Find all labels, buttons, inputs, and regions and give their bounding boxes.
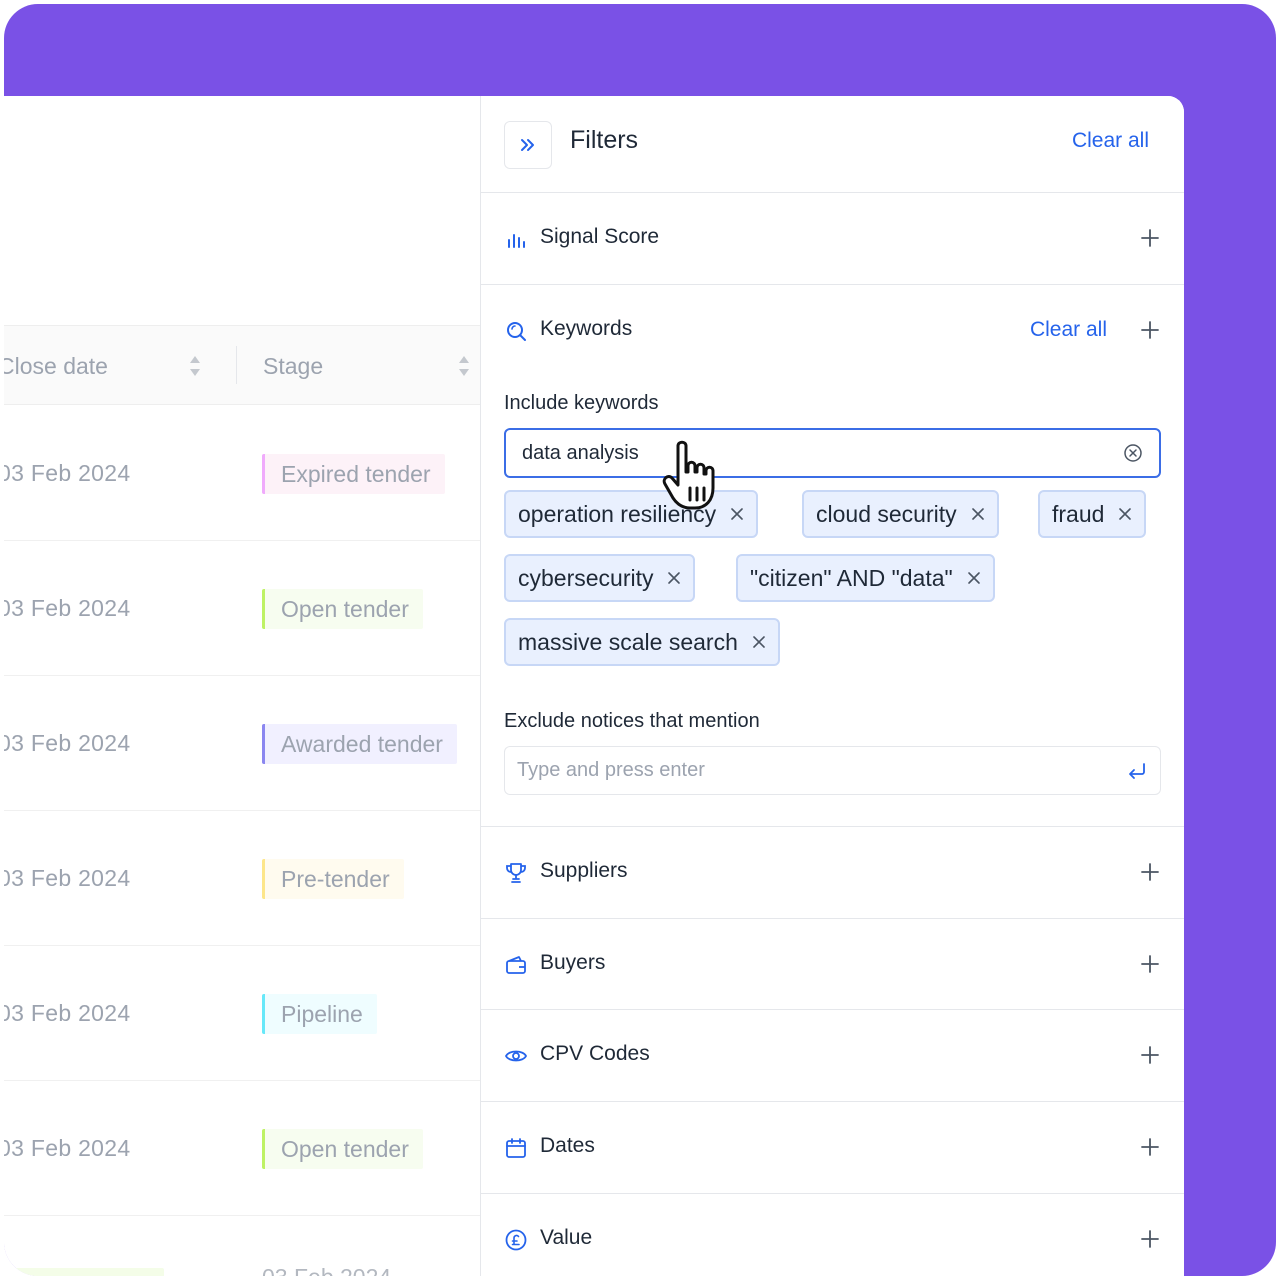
table-row[interactable]: 03 Feb 2024 Expired tender <box>4 406 480 541</box>
close-date-cell: 03 Feb 2024 <box>4 1135 131 1161</box>
section-header[interactable]: Buyers <box>481 919 1184 1011</box>
close-date-cell: 03 Feb 2024 <box>4 1000 131 1026</box>
section-label: CPV Codes <box>540 1042 650 1065</box>
table-row[interactable]: 03 Feb 2024 Awarded tender <box>4 676 480 811</box>
keyword-chip[interactable]: cybersecurity <box>504 554 696 602</box>
section-label: Value <box>540 1226 593 1249</box>
app-window: Close date Stage 03 Feb 2024 Expired ten… <box>4 96 1184 1276</box>
double-chevron-right-icon <box>521 139 534 151</box>
section-header[interactable]: Signal Score <box>481 193 1184 285</box>
filter-section-value: Value <box>481 1194 1184 1276</box>
close-date-cell: 03 Feb 2024 <box>4 865 131 891</box>
table-header: Close date Stage <box>4 325 480 405</box>
filter-section-suppliers: Suppliers <box>481 827 1184 919</box>
exclude-keywords-field <box>504 746 1161 795</box>
exclude-keywords-label: Exclude notices that mention <box>504 710 760 732</box>
stage-badge-partial <box>4 1268 164 1276</box>
plus-icon[interactable] <box>1139 319 1161 341</box>
filter-section-cpv-codes: CPV Codes <box>481 1010 1184 1102</box>
clear-keywords-link[interactable]: Clear all <box>1030 318 1107 342</box>
trophy-icon <box>504 861 528 885</box>
plus-icon[interactable] <box>1139 227 1161 249</box>
keyword-chip-label: cloud security <box>816 500 957 527</box>
table-row[interactable]: 03 Feb 2024 Pre-tender <box>4 811 480 946</box>
close-date-cell: 03 Feb 2024 <box>4 730 131 756</box>
column-divider <box>236 346 237 384</box>
section-label: Buyers <box>540 951 606 974</box>
remove-chip-icon[interactable] <box>730 507 744 521</box>
keyword-chip-label: cybersecurity <box>518 564 654 591</box>
remove-chip-icon[interactable] <box>667 571 681 585</box>
plus-icon[interactable] <box>1139 953 1161 975</box>
search-icon <box>504 319 528 343</box>
section-label: Dates <box>540 1134 595 1157</box>
remove-chip-icon[interactable] <box>1118 507 1132 521</box>
keyword-chip[interactable]: fraud <box>1038 490 1147 538</box>
calendar-icon <box>504 1136 528 1160</box>
table-row[interactable]: 03 Feb 2024 Open tender <box>4 541 480 676</box>
filter-section-signal-score: Signal Score <box>481 193 1184 285</box>
section-label: Signal Score <box>540 225 660 248</box>
filter-section-buyers: Buyers <box>481 919 1184 1010</box>
exclude-keywords-input[interactable] <box>505 747 1105 794</box>
stage-badge: Awarded tender <box>262 724 457 764</box>
section-header[interactable]: Keywords Clear all <box>481 285 1184 377</box>
section-header[interactable]: Suppliers <box>481 827 1184 919</box>
close-date-cell-partial: 03 Feb 2024 <box>262 1264 391 1276</box>
include-keywords-input[interactable]: data analysis <box>504 428 1161 478</box>
keyword-chip-label: massive scale search <box>518 628 738 655</box>
stage-badge: Open tender <box>262 589 423 629</box>
close-date-cell: 03 Feb 2024 <box>4 595 131 621</box>
stage-badge: Expired tender <box>262 454 445 494</box>
bar-chart-icon <box>504 227 528 251</box>
enter-icon[interactable] <box>1126 760 1148 782</box>
filters-title: Filters <box>570 126 639 154</box>
collapse-panel-button[interactable] <box>504 121 552 169</box>
keyword-chip[interactable]: cloud security <box>802 490 999 538</box>
filters-header: Filters Clear all <box>481 96 1184 193</box>
sort-icon[interactable] <box>188 353 202 379</box>
keyword-chip-label: "citizen" AND "data" <box>750 564 953 591</box>
section-label: Suppliers <box>540 859 628 882</box>
keyword-chip[interactable]: "citizen" AND "data" <box>736 554 995 602</box>
plus-icon[interactable] <box>1139 1228 1161 1250</box>
keyword-chip-label: fraud <box>1052 500 1105 527</box>
clear-input-icon[interactable] <box>1123 443 1143 463</box>
column-header-label: Stage <box>263 352 324 379</box>
keyword-chip[interactable]: massive scale search <box>504 618 780 666</box>
remove-chip-icon[interactable] <box>971 507 985 521</box>
include-keywords-label: Include keywords <box>504 392 659 414</box>
remove-chip-icon[interactable] <box>752 635 766 649</box>
filter-section-dates: Dates <box>481 1102 1184 1194</box>
sort-icon[interactable] <box>457 353 471 379</box>
filters-panel: Filters Clear all Signal Score Keywords … <box>480 96 1184 1276</box>
remove-chip-icon[interactable] <box>967 571 981 585</box>
plus-icon[interactable] <box>1139 861 1161 883</box>
app-frame: Close date Stage 03 Feb 2024 Expired ten… <box>4 4 1276 1276</box>
include-keywords-value: data analysis <box>522 441 639 464</box>
stage-badge: Pipeline <box>262 994 377 1034</box>
section-header[interactable]: Value <box>481 1194 1184 1276</box>
column-header-stage[interactable]: Stage <box>263 326 473 406</box>
stage-badge: Pre-tender <box>262 859 404 899</box>
close-date-cell: 03 Feb 2024 <box>4 460 131 486</box>
plus-icon[interactable] <box>1139 1044 1161 1066</box>
table-row[interactable]: 03 Feb 2024 Open tender <box>4 1081 480 1216</box>
hand-pointer-cursor-icon <box>660 438 728 514</box>
clear-all-filters-link[interactable]: Clear all <box>1072 129 1149 153</box>
eye-icon <box>504 1044 528 1068</box>
section-header[interactable]: CPV Codes <box>481 1010 1184 1102</box>
stage-badge: Open tender <box>262 1129 423 1169</box>
column-header-label: Close date <box>4 352 108 379</box>
notices-table: Close date Stage 03 Feb 2024 Expired ten… <box>4 96 480 1276</box>
section-label: Keywords <box>540 317 633 340</box>
wallet-icon <box>504 953 528 977</box>
table-row[interactable]: 03 Feb 2024 Pipeline <box>4 946 480 1081</box>
plus-icon[interactable] <box>1139 1136 1161 1158</box>
section-header[interactable]: Dates <box>481 1102 1184 1194</box>
pound-circle-icon <box>504 1228 528 1252</box>
column-header-close-date[interactable]: Close date <box>4 326 218 406</box>
